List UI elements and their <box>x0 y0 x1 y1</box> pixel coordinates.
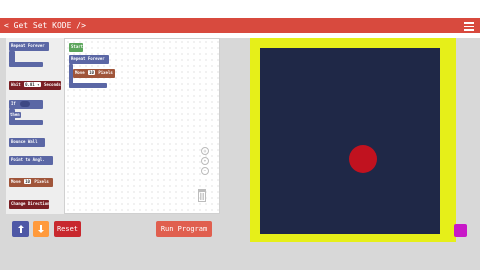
upload-button[interactable] <box>12 221 29 237</box>
zoom-out-icon[interactable]: − <box>201 167 209 175</box>
block-label: Start <box>71 44 84 49</box>
block-label: Move <box>11 179 21 184</box>
toolbox-block-wait[interactable]: Wait 0.01 ▾ Seconds <box>9 81 61 90</box>
app-title: < Get Set KODE /> <box>4 21 86 30</box>
zoom-in-icon[interactable]: + <box>201 157 209 165</box>
ball-sprite <box>349 145 377 173</box>
wait-value-dropdown[interactable]: 0.01 ▾ <box>24 82 41 87</box>
run-program-button[interactable]: Run Program <box>156 221 212 237</box>
start-block[interactable]: Start <box>69 43 83 52</box>
block-suffix: Seconds <box>43 82 61 87</box>
stage-canvas <box>260 48 440 234</box>
block-label: Wait <box>11 82 21 87</box>
stage-corner-button[interactable] <box>454 224 467 237</box>
block-toolbox: Repeat Forever Wait 0.01 ▾ Seconds If th… <box>6 38 65 214</box>
trash-icon[interactable] <box>197 187 207 202</box>
block-label: Bounce Wall <box>11 139 38 144</box>
toolbox-block-point-to-angle[interactable]: Point to Angl. <box>9 156 53 165</box>
workspace-repeat-forever[interactable]: Repeat Forever <box>69 55 109 64</box>
menu-icon[interactable] <box>464 20 474 31</box>
reset-button[interactable]: Reset <box>54 221 81 237</box>
move-value-input[interactable]: 10 <box>24 179 31 184</box>
block-label: Change Direction <box>11 201 50 206</box>
block-label: Move <box>75 70 85 75</box>
toolbox-block-if[interactable]: If <box>9 100 43 109</box>
toolbox-block-repeat-forever[interactable]: Repeat Forever <box>9 42 49 51</box>
repeat-block-foot <box>9 62 43 67</box>
toolbox-block-change-direction[interactable]: Change Direction <box>9 200 50 209</box>
block-label: Point to Angl. <box>11 157 45 162</box>
recenter-icon[interactable]: ◎ <box>201 147 209 155</box>
if-then-label: then <box>9 112 21 118</box>
download-button[interactable] <box>33 221 49 237</box>
app-header: < Get Set KODE /> <box>0 18 480 33</box>
repeat-foot <box>69 83 107 88</box>
block-label: Repeat Forever <box>11 43 45 48</box>
toolbox-block-move[interactable]: Move 10 Pixels <box>9 178 53 187</box>
toolbox-block-bounce-wall[interactable]: Bounce Wall <box>9 138 45 147</box>
condition-slot <box>20 101 31 107</box>
block-label: Repeat Forever <box>71 56 105 61</box>
if-block-foot <box>9 120 43 125</box>
block-label: If <box>11 101 16 106</box>
code-workspace[interactable]: Start Repeat Forever Move 10 Pixels ◎ + … <box>64 38 220 214</box>
block-suffix: Pixels <box>98 70 113 75</box>
workspace-move-block[interactable]: Move 10 Pixels <box>73 69 115 78</box>
download-icon <box>38 225 44 233</box>
move-value-input[interactable]: 10 <box>88 70 95 75</box>
upload-icon <box>17 225 24 233</box>
block-suffix: Pixels <box>34 179 49 184</box>
